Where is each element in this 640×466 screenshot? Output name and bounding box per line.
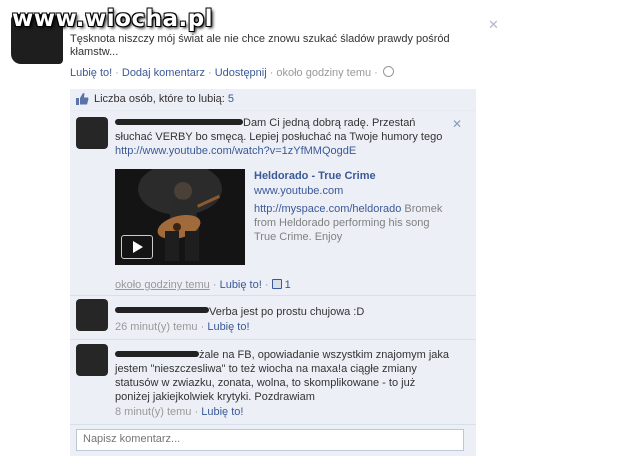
comment-like-count[interactable]: 1 [285,279,291,291]
comment-timestamp: 26 minut(y) temu [115,321,198,333]
attachment-domain: www.youtube.com [254,185,344,197]
post-timestamp: około godziny temu [276,67,372,79]
attachment-title[interactable]: Heldorado - True Crime [254,169,376,183]
comments-section: Dam Ci jedną dobrą radę. Przestań słucha… [70,111,476,456]
comment-like-link[interactable]: Lubię to! [207,321,249,333]
watermark-logo: www.wiocha.pl [12,6,214,32]
comment-like-link[interactable]: Lubię to! [220,279,262,291]
comment-input[interactable] [77,430,459,448]
comment-link[interactable]: http://www.youtube.com/watch?v=1zYfMMQog… [115,145,356,157]
comment-timestamp: około godziny temu [115,279,210,291]
share-link[interactable]: Udostępnij [215,67,267,79]
comment-meta: 8 minut(y) temu · Lubię to! [115,406,244,418]
comment-divider [70,424,476,425]
comment-text: Verba jest po prostu chujowa :D [209,306,365,318]
likes-summary: Liczba osób, które to lubią: 5 [70,89,476,111]
comment-like-link[interactable]: Lubię to! [201,406,243,418]
globe-icon [382,66,394,77]
likes-label: Liczba osób, które to lubią: [94,93,225,105]
comment-text: Dam Ci jedną dobrą radę. Przestań słucha… [115,117,443,157]
comment-meta: około godziny temu · Lubię to! · 1 [115,279,291,291]
attachment-desc-link[interactable]: http://myspace.com/heldorado [254,203,401,215]
commenter-avatar[interactable] [76,299,108,331]
commenter-avatar[interactable] [76,117,108,149]
thumbs-up-icon [271,279,282,289]
video-thumbnail[interactable] [115,169,245,265]
comment-text: żale na FB, opowiadanie wszystkim znajom… [115,349,450,403]
thumbs-up-icon [76,93,89,105]
comment-divider [70,339,476,340]
comment-meta: 26 minut(y) temu · Lubię to! [115,321,250,333]
post-action-bar: Lubię to! · Dodaj komentarz · Udostępnij · oko… [70,66,394,79]
comment-divider [70,295,476,296]
commenter-avatar[interactable] [76,344,108,376]
likes-count-link[interactable]: 5 [228,93,234,105]
add-comment-link[interactable]: Dodaj komentarz [122,67,205,79]
status-text: Tęsknota niszczy mój świat ale nie chce … [70,33,450,58]
play-icon[interactable] [121,235,153,259]
comment-timestamp: 8 minut(y) temu [115,406,192,418]
close-icon[interactable]: ✕ [452,117,462,131]
attachment-description: http://myspace.com/heldorado Bromek from… [254,203,443,243]
close-icon[interactable]: ✕ [488,17,499,33]
comment-input-box[interactable] [76,429,464,451]
like-link[interactable]: Lubię to! [70,67,112,79]
